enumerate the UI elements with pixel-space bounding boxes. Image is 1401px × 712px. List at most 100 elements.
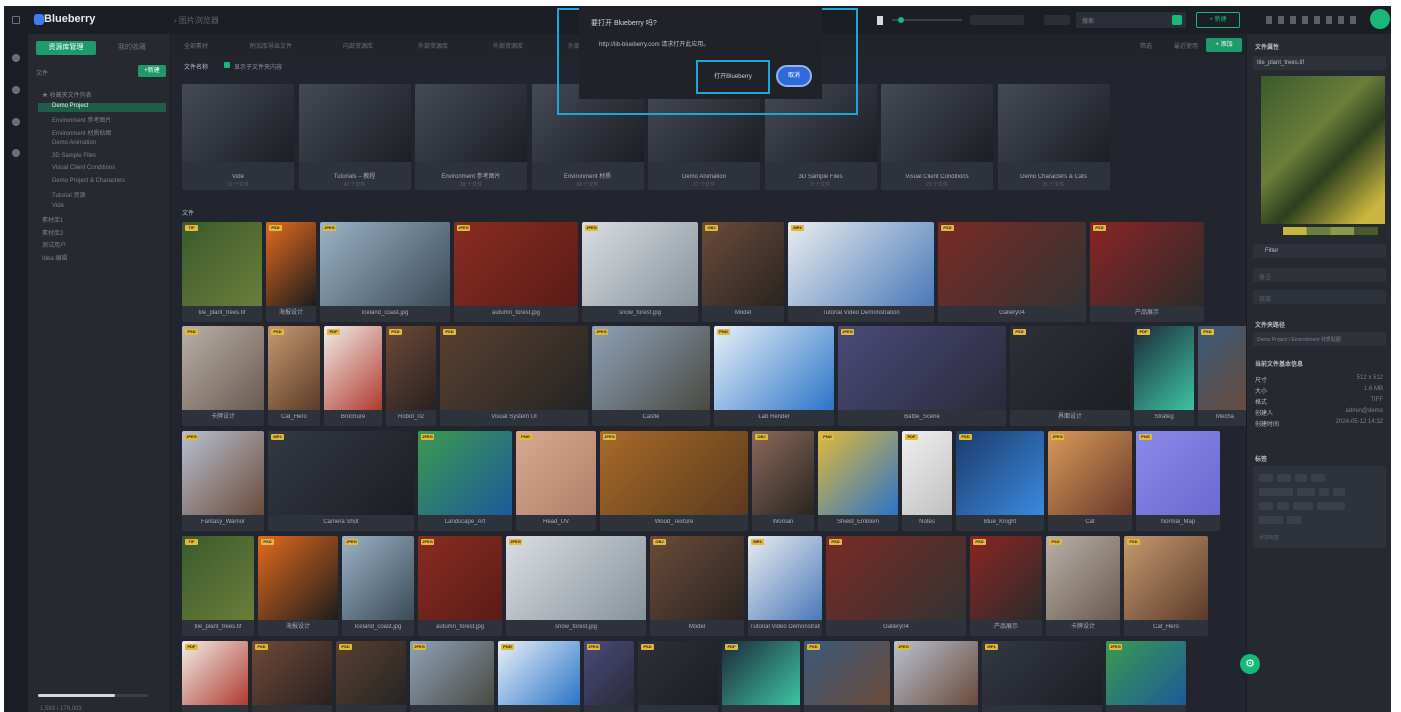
file-card[interactable]: TIF tile_plant_trees.tif: [182, 222, 262, 322]
file-card[interactable]: PSD 界面设计: [1010, 326, 1130, 426]
folder-card[interactable]: Environment 参考图片 39 个文件: [415, 84, 527, 190]
tree-item[interactable]: Demo Project & Characters: [52, 178, 125, 187]
file-card[interactable]: JPEG Fantasy_Warrior: [182, 431, 264, 531]
file-card[interactable]: MP4 Tutorial Video Demonstration: [788, 222, 934, 322]
open-app-button[interactable]: 打开Blueberry: [696, 60, 770, 94]
file-card[interactable]: PSD Cat_Hero: [1124, 536, 1208, 636]
file-card[interactable]: PSD Blue_Knight: [956, 431, 1044, 531]
tree-item[interactable]: Tutorial 资源: [52, 190, 85, 199]
file-card[interactable]: JPEG Iceland_coast.jpg: [320, 222, 450, 322]
tree-item[interactable]: ★ 收藏夹文件列表: [42, 90, 92, 99]
breadcrumb[interactable]: › 图片浏览器: [174, 15, 219, 26]
library-icon[interactable]: [12, 54, 20, 62]
folder-card[interactable]: Vide 10 个文件: [182, 84, 294, 190]
settings-icon[interactable]: [12, 149, 20, 157]
file-card[interactable]: JPEG: [1106, 641, 1186, 712]
file-card[interactable]: TIF tile_plant_trees.tif: [182, 536, 254, 636]
file-card[interactable]: PNG: [498, 641, 580, 712]
filter-dropdown[interactable]: Filter: [1253, 244, 1386, 258]
tree-item[interactable]: Demo Animation: [52, 140, 96, 149]
file-card[interactable]: JPEG autumn_forest.jpg: [418, 536, 502, 636]
file-card[interactable]: PSD 海报设计: [258, 536, 338, 636]
home-icon[interactable]: [12, 86, 20, 94]
folder-card[interactable]: Visual Client Conditions 23 个文件: [881, 84, 993, 190]
toolbar-filter[interactable]: 全部素材: [184, 41, 208, 50]
file-card[interactable]: PSD Visual System UI: [440, 326, 588, 426]
file-card[interactable]: JPEG: [410, 641, 494, 712]
file-card[interactable]: PSD 海报设计: [266, 222, 316, 322]
file-card[interactable]: OBJ Woman: [752, 431, 814, 531]
tree-item[interactable]: Environment 材质贴图: [52, 128, 111, 137]
add-button[interactable]: + 添加: [1206, 38, 1242, 52]
toolbar-filter[interactable]: 内部资源库: [343, 41, 373, 50]
folder-card[interactable]: Tutorials – 教程 42 个文件: [298, 84, 411, 190]
file-card[interactable]: PNG Head_UV: [516, 431, 596, 531]
file-card[interactable]: PNG Shield_Emblem: [818, 431, 898, 531]
toolbar-right-item[interactable]: 最近使用: [1174, 41, 1198, 50]
file-card[interactable]: JPEG Castle: [592, 326, 710, 426]
file-card[interactable]: PSD Mecha: [1198, 326, 1252, 426]
tree-item[interactable]: 素材库2: [42, 228, 63, 237]
folder-card[interactable]: Demo Characters & Cats 31 个文件: [997, 84, 1110, 190]
file-card[interactable]: JPEG Iceland_coast.jpg: [342, 536, 414, 636]
toolbar-filter[interactable]: 附加库导出文件: [250, 41, 292, 50]
view-toggle[interactable]: [970, 15, 1024, 25]
floating-action-button[interactable]: ⚙: [1240, 654, 1260, 674]
file-card[interactable]: JPEG autumn_forest.jpg: [454, 222, 578, 322]
file-card[interactable]: PSD Gallery04: [826, 536, 966, 636]
file-card[interactable]: MP4 Tutorial Video Demonstration: [748, 536, 822, 636]
file-card[interactable]: PDF Strateg: [1134, 326, 1194, 426]
file-card[interactable]: JPEG: [584, 641, 634, 712]
file-card[interactable]: JPEG: [894, 641, 978, 712]
file-card[interactable]: PNG Normal_Map: [1136, 431, 1220, 531]
toolbar-filter[interactable]: 外部资源库: [418, 41, 448, 50]
file-card[interactable]: JPEG snow_forest.jpg: [506, 536, 646, 636]
file-card[interactable]: PSD: [804, 641, 890, 712]
file-card[interactable]: PSD: [638, 641, 718, 712]
file-card[interactable]: PNG Lab Render: [714, 326, 834, 426]
file-card[interactable]: JPEG Battle_Scene: [838, 326, 1006, 426]
file-card[interactable]: MP4 Camera Shot: [268, 431, 414, 531]
tree-item[interactable]: Visual Client Conditions: [52, 165, 115, 174]
file-card[interactable]: PSD 产品展示: [970, 536, 1042, 636]
file-card[interactable]: PSD Cat_Hero: [268, 326, 320, 426]
window-actions[interactable]: [1266, 16, 1356, 24]
file-card[interactable]: PSD: [336, 641, 406, 712]
toolbar-filter[interactable]: 外部资源库: [493, 41, 523, 50]
tab-library[interactable]: 资源库管理: [36, 41, 96, 55]
subfolder-checkbox[interactable]: [224, 62, 230, 68]
layout-toggle[interactable]: [1044, 15, 1070, 25]
file-card[interactable]: JPEG Wood_Texture: [600, 431, 748, 531]
tags-box[interactable]: 添加标签: [1253, 466, 1386, 548]
file-card[interactable]: JPEG Landscape_Art: [418, 431, 512, 531]
tree-item[interactable]: 3D Sample Files: [52, 153, 96, 162]
cancel-button[interactable]: 取消: [776, 65, 812, 87]
link-field[interactable]: 链接: [1253, 290, 1386, 304]
user-avatar[interactable]: [1370, 9, 1390, 29]
zoom-slider[interactable]: [892, 17, 962, 23]
search-input[interactable]: 搜索: [1076, 12, 1186, 28]
filter-icon[interactable]: [1172, 15, 1182, 25]
menu-icon[interactable]: [12, 16, 20, 24]
sidebar-new-button[interactable]: +新建: [138, 65, 166, 77]
file-card[interactable]: JPEG Cat: [1048, 431, 1132, 531]
tree-item[interactable]: Environment 参考图片: [52, 115, 111, 124]
sort-dropdown[interactable]: 文件名称: [184, 62, 208, 71]
file-card[interactable]: OBJ Model: [702, 222, 784, 322]
file-card[interactable]: PSD: [252, 641, 332, 712]
file-card[interactable]: PSD 卡牌设计: [1046, 536, 1120, 636]
file-card[interactable]: OBJ Model: [650, 536, 744, 636]
file-card[interactable]: PSD Gallery04: [938, 222, 1086, 322]
toolbar-right-item[interactable]: 筛选: [1140, 41, 1152, 50]
file-card[interactable]: MP4: [982, 641, 1102, 712]
tab-favorites[interactable]: 我的收藏: [102, 41, 162, 55]
tree-item[interactable]: Demo Project: [38, 102, 166, 112]
notes-field[interactable]: 备注: [1253, 268, 1386, 282]
new-button[interactable]: + 新建: [1196, 12, 1240, 28]
file-card[interactable]: PDF: [182, 641, 248, 712]
tree-item[interactable]: Idea 编辑: [42, 253, 67, 262]
file-card[interactable]: PSD Robot_02: [386, 326, 436, 426]
tree-item[interactable]: 测试用户: [42, 240, 66, 249]
folder-path-field[interactable]: Demo Project / Environment 材质贴图: [1253, 332, 1386, 346]
file-card[interactable]: JPEG snow_forest.jpg: [582, 222, 698, 322]
